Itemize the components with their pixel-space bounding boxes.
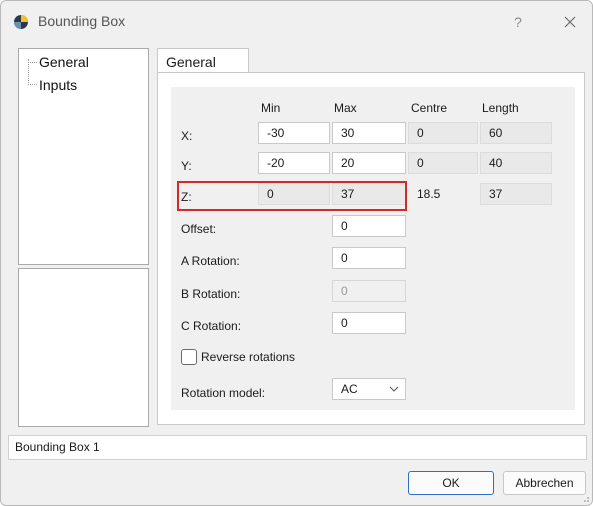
b-rotation-input: 0 bbox=[332, 280, 406, 302]
column-header-min: Min bbox=[261, 101, 281, 115]
a-rotation-label: A Rotation: bbox=[181, 254, 240, 268]
offset-input[interactable]: 0 bbox=[332, 215, 406, 237]
y-label: Y: bbox=[181, 159, 192, 173]
rotation-model-value: AC bbox=[341, 382, 358, 396]
column-header-max: Max bbox=[334, 101, 357, 115]
tab-general[interactable]: General bbox=[157, 48, 249, 74]
tab-general-label: General bbox=[166, 54, 216, 70]
y-centre-value: 0 bbox=[408, 152, 478, 174]
offset-label: Offset: bbox=[181, 222, 217, 236]
y-max-input[interactable]: 20 bbox=[332, 152, 406, 174]
app-logo-icon bbox=[14, 15, 28, 29]
tree-item-inputs[interactable]: Inputs bbox=[39, 77, 77, 93]
x-centre-value: 0 bbox=[408, 122, 478, 144]
close-icon[interactable] bbox=[557, 11, 583, 33]
c-rotation-input[interactable]: 0 bbox=[332, 312, 406, 334]
tree-item-general[interactable]: General bbox=[39, 54, 89, 70]
resize-grip-icon[interactable] bbox=[582, 495, 590, 503]
y-length-value: 40 bbox=[480, 152, 552, 174]
cancel-button[interactable]: Abbrechen bbox=[503, 471, 586, 495]
a-rotation-input[interactable]: 0 bbox=[332, 247, 406, 269]
z-length-value: 37 bbox=[480, 183, 552, 205]
x-length-value: 60 bbox=[480, 122, 552, 144]
tree-connector bbox=[28, 62, 37, 63]
help-button[interactable]: ? bbox=[505, 11, 531, 33]
info-pane bbox=[18, 268, 149, 427]
tree-connector bbox=[28, 84, 37, 85]
x-max-input[interactable]: 30 bbox=[332, 122, 406, 144]
z-centre-value: 18.5 bbox=[417, 187, 441, 201]
c-rotation-label: C Rotation: bbox=[181, 319, 242, 333]
dialog-window: Bounding Box ? General Inputs General Mi… bbox=[0, 0, 593, 506]
ok-button[interactable]: OK bbox=[408, 471, 494, 495]
title-bar: Bounding Box ? bbox=[1, 1, 592, 43]
x-label: X: bbox=[181, 129, 193, 143]
z-row-highlight bbox=[177, 181, 407, 211]
b-rotation-label: B Rotation: bbox=[181, 287, 241, 301]
navigation-tree: General Inputs bbox=[18, 48, 149, 265]
rotation-model-select[interactable]: AC bbox=[332, 378, 406, 400]
chevron-down-icon bbox=[389, 386, 399, 392]
rotation-model-label: Rotation model: bbox=[181, 386, 266, 400]
column-header-length: Length bbox=[482, 101, 519, 115]
column-header-centre: Centre bbox=[411, 101, 448, 115]
y-min-input[interactable]: -20 bbox=[258, 152, 330, 174]
reverse-rotations-checkbox[interactable] bbox=[181, 349, 197, 365]
window-title: Bounding Box bbox=[38, 13, 126, 29]
x-min-input[interactable]: -30 bbox=[258, 122, 330, 144]
status-bar: Bounding Box 1 bbox=[8, 435, 587, 460]
reverse-rotations-label[interactable]: Reverse rotations bbox=[201, 350, 295, 364]
